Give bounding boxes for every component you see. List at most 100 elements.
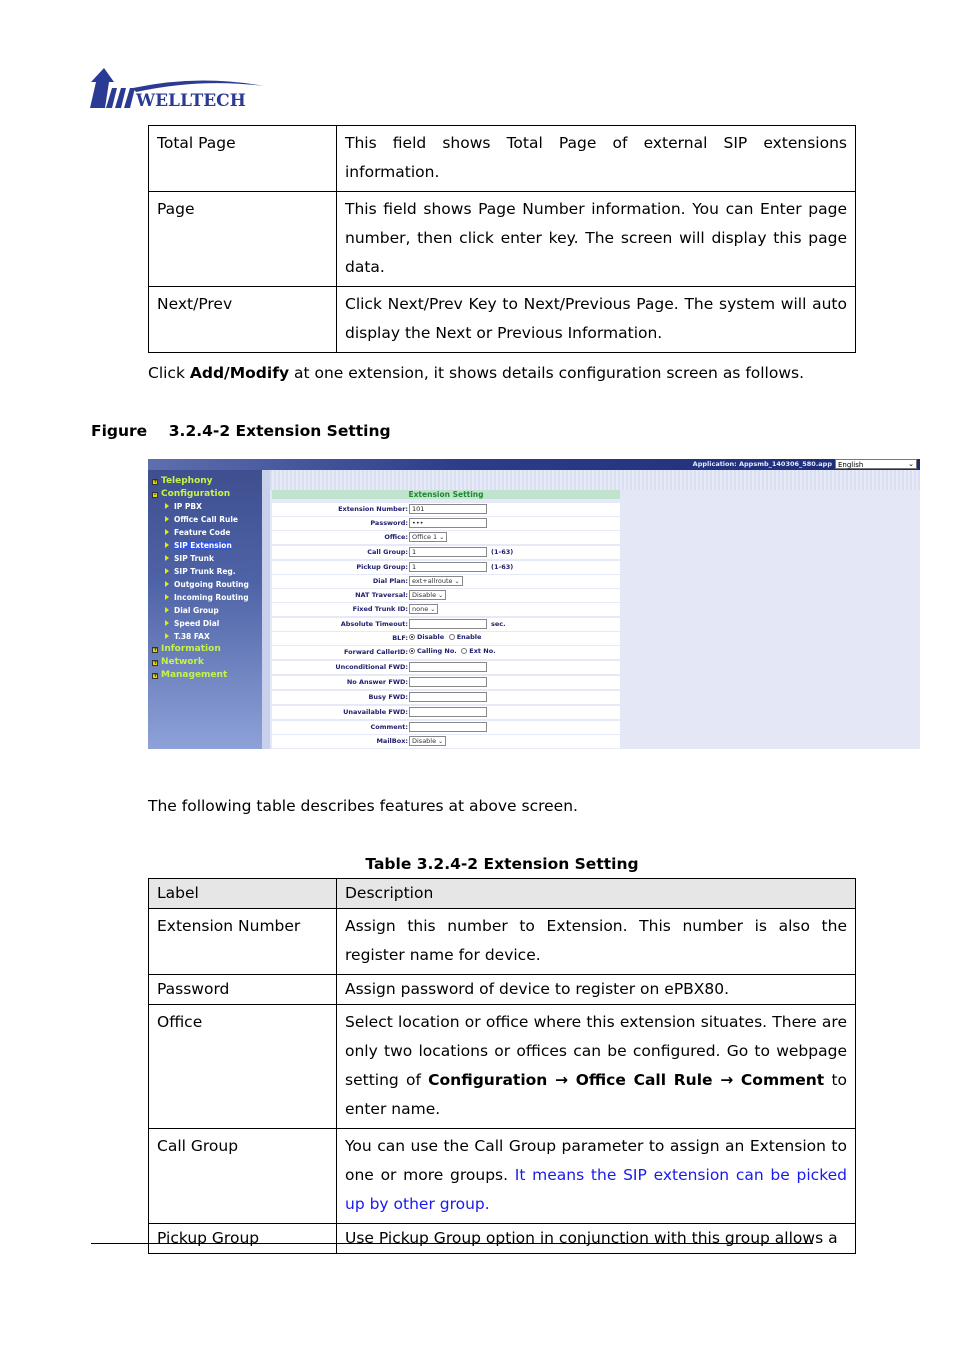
language-select[interactable]: English ⌄ (835, 459, 917, 469)
range-hint: (1-63) (491, 563, 514, 571)
field-label: Password: (370, 519, 408, 527)
dial-plan-select[interactable]: ext+allroute ⌄ (409, 576, 463, 586)
sidebar-item-office-call-rule[interactable]: Office Call Rule (165, 515, 238, 524)
sidebar-item-network[interactable]: + Network (152, 657, 204, 667)
unit-hint: sec. (491, 620, 506, 628)
unconditional-fwd-input[interactable] (409, 662, 487, 672)
sidebar-item-feature-code[interactable]: Feature Code (165, 528, 230, 537)
sidebar-item-ip-pbx[interactable]: IP PBX (165, 502, 202, 511)
row-label: Next/Prev (148, 286, 337, 353)
extension-number-input[interactable]: 101 (409, 504, 487, 514)
field-label: NAT Traversal: (355, 591, 408, 599)
header-label: Label (148, 878, 337, 909)
sidebar-item-configuration[interactable]: – Configuration (152, 489, 230, 499)
select-value: ext+allroute (412, 577, 453, 585)
comment-input[interactable] (409, 722, 487, 732)
field-row: BLF: Disable Enable (272, 632, 620, 645)
row-description: Assign this number to Extension. This nu… (336, 908, 856, 975)
field-row: Unconditional FWD: (272, 661, 620, 674)
chevron-down-icon: ⌄ (439, 534, 445, 541)
pickup-group-input[interactable]: 1 (409, 562, 487, 572)
field-label: Fixed Trunk ID: (352, 605, 408, 613)
field-row: Busy FWD: (272, 691, 620, 704)
sidebar-item-management[interactable]: + Management (152, 670, 227, 680)
nav-label: Feature Code (174, 528, 231, 537)
field-label: Office: (384, 533, 408, 541)
nav-label: SIP Extension (174, 541, 232, 550)
header-pattern (270, 470, 920, 490)
extension-setting-table: Label Description Extension Number Assig… (148, 878, 856, 1254)
application-label: Application: Appsmb_140306_580.app (692, 460, 832, 468)
sidebar-item-outgoing-routing[interactable]: Outgoing Routing (165, 580, 249, 589)
arrow-right-icon (165, 620, 169, 626)
fixed-trunk-id-select[interactable]: none ⌄ (409, 604, 439, 614)
field-row: Dial Plan: ext+allroute ⌄ (272, 575, 620, 588)
sidebar-item-t38-fax[interactable]: T.38 FAX (165, 632, 210, 641)
nav-label: Telephony (161, 476, 213, 486)
chevron-down-icon: ⌄ (454, 578, 460, 585)
extension-setting-form: Extension Setting Extension Number: 101 … (272, 490, 620, 749)
table-row: Password Assign password of device to re… (148, 974, 856, 1005)
field-row: Extension Number: 101 (272, 503, 620, 516)
sidebar-item-sip-trunk-reg[interactable]: SIP Trunk Reg. (165, 567, 236, 576)
sidebar-item-information[interactable]: + Information (152, 644, 221, 654)
arrow-right-icon (165, 581, 169, 587)
mailbox-select[interactable]: Disable ⌄ (409, 736, 447, 746)
sidebar-item-sip-extension[interactable]: SIP Extension (165, 541, 232, 550)
ext-no-radio[interactable] (461, 648, 468, 654)
password-input[interactable]: ••• (409, 518, 487, 528)
table-row: Extension Number Assign this number to E… (148, 908, 856, 975)
sidebar-item-sip-trunk[interactable]: SIP Trunk (165, 554, 214, 563)
call-group-input[interactable]: 1 (409, 547, 487, 557)
select-value: Disable (412, 591, 437, 599)
svg-text:WELLTECH: WELLTECH (135, 91, 246, 110)
calling-no-radio[interactable] (409, 648, 415, 654)
nav-label: Speed Dial (174, 619, 220, 628)
nav-label: SIP Trunk Reg. (174, 567, 236, 576)
radio-label: Calling No. (417, 647, 457, 655)
absolute-timeout-input[interactable] (409, 619, 487, 629)
nat-traversal-select[interactable]: Disable ⌄ (409, 590, 447, 600)
chevron-down-icon: ⌄ (430, 606, 436, 613)
field-row: Unavailable FWD: (272, 706, 620, 719)
intro-bold: Add/Modify (189, 364, 290, 382)
sidebar-item-speed-dial[interactable]: Speed Dial (165, 619, 219, 628)
sidebar-item-telephony[interactable]: + Telephony (152, 476, 213, 486)
select-value: Office 1 (412, 533, 438, 541)
field-label: Unavailable FWD: (343, 708, 408, 716)
blf-enable-radio[interactable] (448, 634, 455, 640)
row-label: Pickup Group (148, 1223, 337, 1254)
row-label: Office (148, 1004, 337, 1129)
nav-label: Configuration (161, 489, 231, 499)
radio-label: Disable (417, 633, 445, 641)
field-label: Forward CallerID: (343, 648, 408, 656)
arrow-right-icon (165, 516, 169, 522)
sidebar-item-dial-group[interactable]: Dial Group (165, 606, 219, 615)
nav-label: Outgoing Routing (174, 580, 249, 589)
row-description: Select location or office where this ext… (336, 1004, 856, 1129)
table-caption: Table 3.2.4-2 Extension Setting (365, 855, 639, 873)
row-label: Call Group (148, 1128, 337, 1224)
sidebar-divider (262, 470, 270, 749)
field-row: Absolute Timeout: sec. (272, 618, 620, 631)
no-answer-fwd-input[interactable] (409, 677, 487, 687)
unavailable-fwd-input[interactable] (409, 707, 487, 717)
field-row: Fixed Trunk ID: none ⌄ (272, 603, 620, 616)
arrow-right-icon (165, 529, 169, 535)
office-select[interactable]: Office 1 ⌄ (409, 532, 448, 542)
busy-fwd-input[interactable] (409, 692, 487, 702)
arrow-right-icon (165, 503, 169, 509)
field-label: No Answer FWD: (346, 678, 408, 686)
field-label: Busy FWD: (368, 693, 408, 701)
field-row: Pickup Group: 1 (1-63) (272, 561, 620, 574)
arrow-right-icon (165, 555, 169, 561)
field-row: Forward CallerID: Calling No. Ext No. (272, 646, 620, 659)
field-label: Absolute Timeout: (340, 620, 408, 628)
form-title: Extension Setting (272, 490, 620, 499)
arrow-right-icon (165, 633, 169, 639)
field-label: MailBox: (376, 737, 408, 745)
blf-disable-radio[interactable] (409, 634, 415, 640)
row-label: Extension Number (148, 908, 337, 975)
footer-divider (91, 1243, 813, 1244)
sidebar-item-incoming-routing[interactable]: Incoming Routing (165, 593, 249, 602)
